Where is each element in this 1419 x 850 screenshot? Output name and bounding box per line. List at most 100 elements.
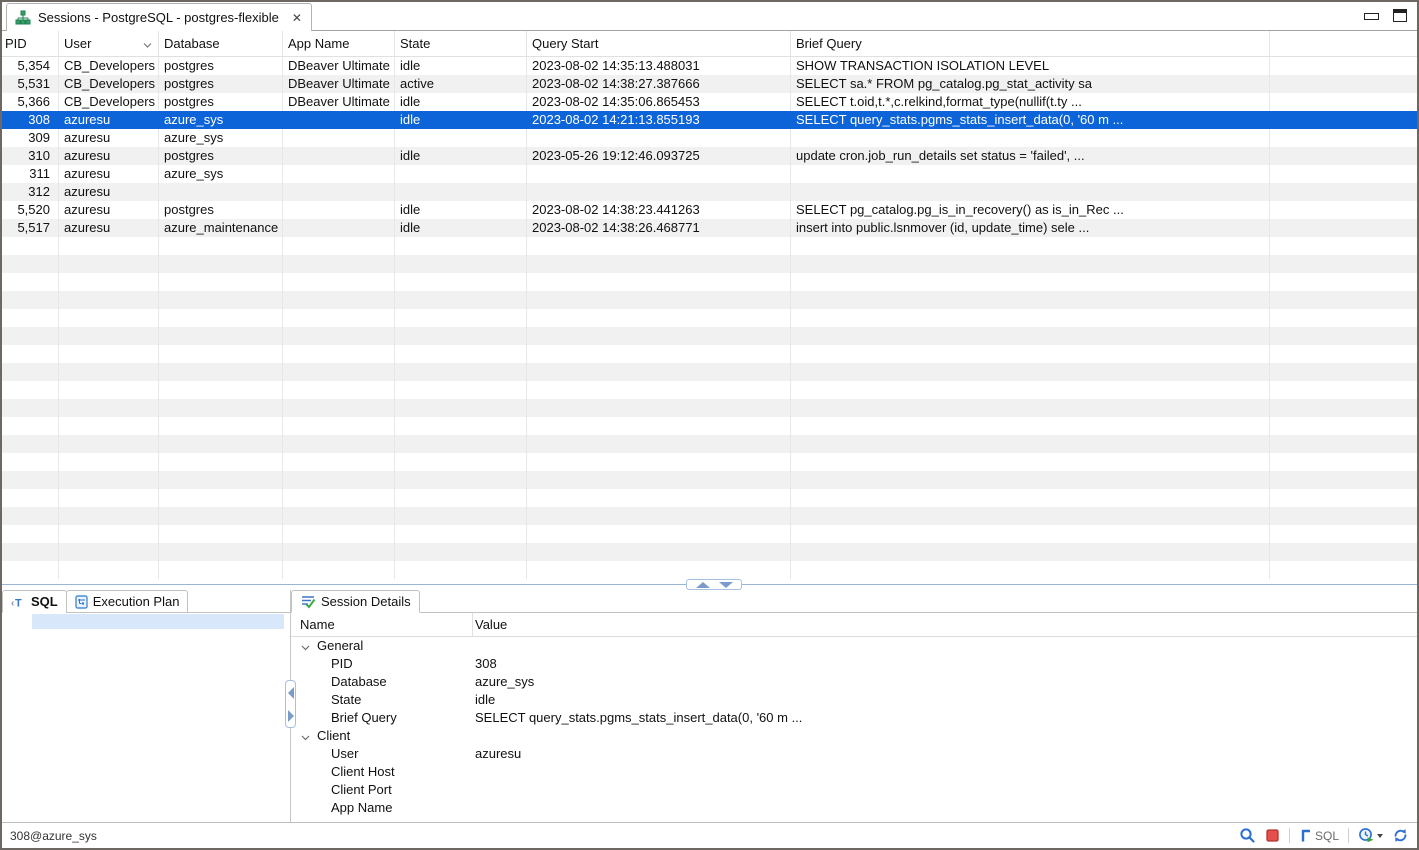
table-cell bbox=[395, 507, 527, 525]
detail-item-row[interactable]: Client Host bbox=[291, 763, 1417, 781]
table-cell bbox=[159, 381, 283, 399]
table-cell: 5,531 bbox=[2, 75, 59, 93]
column-header-query-start[interactable]: Query Start bbox=[527, 31, 791, 56]
detail-item-row[interactable]: App Name bbox=[291, 799, 1417, 817]
table-row-empty bbox=[2, 471, 1417, 489]
table-row[interactable]: 5,354CB_DeveloperspostgresDBeaver Ultima… bbox=[2, 57, 1417, 75]
detail-item-row[interactable]: Client Port bbox=[291, 781, 1417, 799]
table-cell bbox=[1270, 165, 1417, 183]
column-header-blank bbox=[1270, 31, 1417, 56]
column-header-brief-query[interactable]: Brief Query bbox=[791, 31, 1270, 56]
sql-editor[interactable] bbox=[2, 613, 290, 822]
statusbar-separator bbox=[1289, 828, 1290, 843]
table-row[interactable]: 308azuresuazure_sysidle2023-08-02 14:21:… bbox=[2, 111, 1417, 129]
table-cell: idle bbox=[395, 93, 527, 111]
table-cell bbox=[791, 237, 1270, 255]
table-cell bbox=[159, 543, 283, 561]
table-cell bbox=[283, 237, 395, 255]
table-cell bbox=[527, 255, 791, 273]
table-cell bbox=[527, 417, 791, 435]
sessions-tab[interactable]: Sessions - PostgreSQL - postgres-flexibl… bbox=[6, 3, 312, 31]
table-cell bbox=[283, 255, 395, 273]
table-cell bbox=[59, 255, 159, 273]
tab-session-details[interactable]: Session Details bbox=[291, 590, 420, 613]
table-cell bbox=[527, 381, 791, 399]
table-row-empty bbox=[2, 435, 1417, 453]
detail-item-name: User bbox=[331, 745, 358, 763]
detail-item-row[interactable]: Brief QuerySELECT query_stats.pgms_stats… bbox=[291, 709, 1417, 727]
table-row[interactable]: 312azuresu bbox=[2, 183, 1417, 201]
table-cell bbox=[527, 399, 791, 417]
auto-refresh-icon[interactable] bbox=[1358, 827, 1383, 844]
column-header-pid[interactable]: PID bbox=[2, 31, 59, 56]
table-cell: SELECT sa.* FROM pg_catalog.pg_stat_acti… bbox=[791, 75, 1270, 93]
table-row[interactable]: 311azuresuazure_sys bbox=[2, 165, 1417, 183]
table-row-empty bbox=[2, 543, 1417, 561]
detail-item-row[interactable]: PID308 bbox=[291, 655, 1417, 673]
table-cell bbox=[283, 345, 395, 363]
table-cell bbox=[59, 237, 159, 255]
table-cell bbox=[283, 183, 395, 201]
table-row[interactable]: 5,520azuresupostgresidle2023-08-02 14:38… bbox=[2, 201, 1417, 219]
table-cell bbox=[2, 507, 59, 525]
table-cell bbox=[395, 453, 527, 471]
sql-editor-icon: ‹ T bbox=[11, 595, 26, 609]
table-cell bbox=[2, 543, 59, 561]
table-cell bbox=[395, 363, 527, 381]
detail-group-row[interactable]: Client bbox=[291, 727, 1417, 745]
column-header-app-name[interactable]: App Name bbox=[283, 31, 395, 56]
table-cell: insert into public.lsnmover (id, update_… bbox=[791, 219, 1270, 237]
table-cell bbox=[791, 273, 1270, 291]
table-cell bbox=[283, 291, 395, 309]
detail-item-row[interactable]: Databaseazure_sys bbox=[291, 673, 1417, 691]
column-header-database[interactable]: Database bbox=[159, 31, 283, 56]
table-cell: azuresu bbox=[59, 219, 159, 237]
table-cell bbox=[2, 381, 59, 399]
table-row[interactable]: 5,517azuresuazure_maintenanceidle2023-08… bbox=[2, 219, 1417, 237]
table-cell bbox=[395, 129, 527, 147]
table-cell: azuresu bbox=[59, 129, 159, 147]
table-cell: 312 bbox=[2, 183, 59, 201]
column-header-user[interactable]: User bbox=[59, 31, 159, 56]
refresh-icon[interactable] bbox=[1392, 827, 1409, 844]
table-row[interactable]: 310azuresupostgresidle2023-05-26 19:12:4… bbox=[2, 147, 1417, 165]
search-icon[interactable] bbox=[1239, 827, 1256, 844]
table-cell bbox=[59, 363, 159, 381]
table-row[interactable]: 5,531CB_DeveloperspostgresDBeaver Ultima… bbox=[2, 75, 1417, 93]
app-window: Sessions - PostgreSQL - postgres-flexibl… bbox=[0, 0, 1419, 850]
table-cell bbox=[395, 471, 527, 489]
table-cell bbox=[59, 273, 159, 291]
detail-group-row[interactable]: General bbox=[291, 637, 1417, 655]
table-cell bbox=[1270, 471, 1417, 489]
table-cell: 2023-05-26 19:12:46.093725 bbox=[527, 147, 791, 165]
table-row[interactable]: 5,366CB_DeveloperspostgresDBeaver Ultima… bbox=[2, 93, 1417, 111]
table-cell bbox=[2, 291, 59, 309]
table-row-empty bbox=[2, 291, 1417, 309]
table-cell bbox=[159, 183, 283, 201]
table-cell bbox=[395, 237, 527, 255]
table-cell bbox=[2, 453, 59, 471]
tab-sql[interactable]: ‹ T SQL bbox=[2, 590, 67, 613]
splitter-collapse-handle[interactable] bbox=[686, 579, 742, 590]
detail-item-name: Database bbox=[331, 673, 387, 691]
detail-group-label: Client bbox=[317, 727, 350, 745]
table-cell bbox=[527, 489, 791, 507]
table-cell bbox=[59, 507, 159, 525]
detail-item-row[interactable]: Userazuresu bbox=[291, 745, 1417, 763]
table-cell bbox=[395, 345, 527, 363]
sql-panel: ‹ T SQL Executio bbox=[2, 590, 290, 822]
table-row-empty bbox=[2, 327, 1417, 345]
tab-execution-plan[interactable]: Execution Plan bbox=[66, 590, 189, 613]
table-cell: 5,354 bbox=[2, 57, 59, 75]
table-row[interactable]: 309azuresuazure_sys bbox=[2, 129, 1417, 147]
close-icon[interactable]: ✕ bbox=[292, 11, 302, 25]
column-header-state[interactable]: State bbox=[395, 31, 527, 56]
minimize-icon[interactable] bbox=[1364, 13, 1379, 20]
table-cell bbox=[395, 273, 527, 291]
detail-item-row[interactable]: Stateidle bbox=[291, 691, 1417, 709]
table-cell bbox=[791, 507, 1270, 525]
maximize-icon[interactable] bbox=[1393, 9, 1407, 22]
sql-dialect-icon[interactable]: SQL bbox=[1299, 828, 1339, 844]
stop-icon[interactable] bbox=[1265, 828, 1280, 843]
table-cell: idle bbox=[395, 57, 527, 75]
